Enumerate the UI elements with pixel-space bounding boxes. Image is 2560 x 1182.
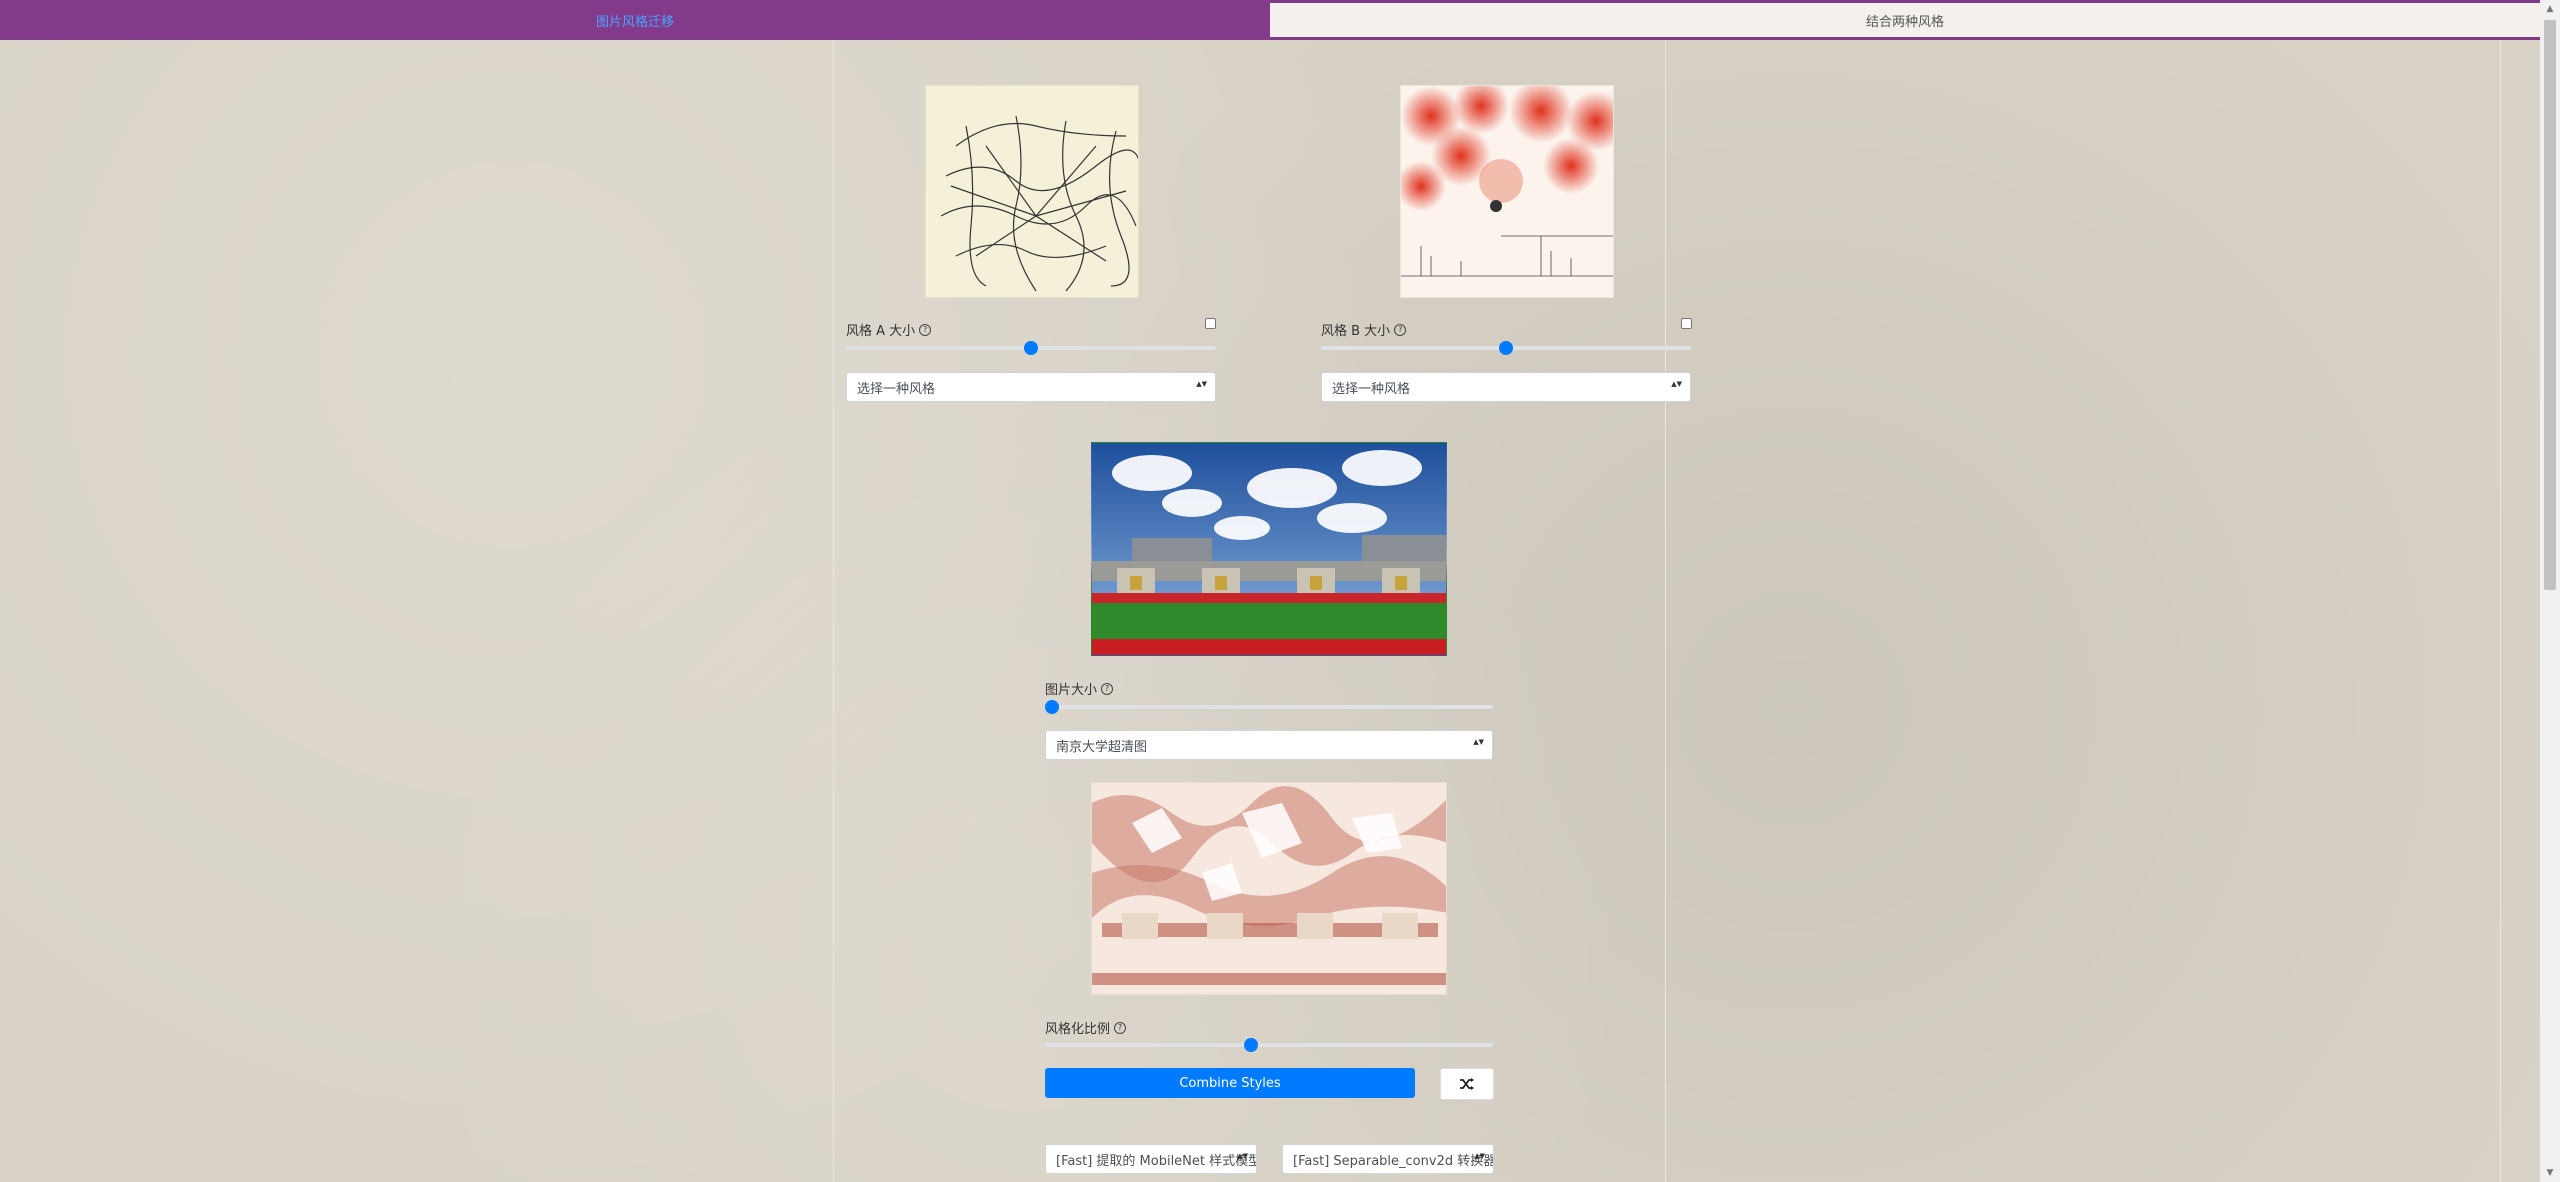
transformer-model-value: [Fast] Separable_conv2d 转换器 <box>1293 1153 1494 1169</box>
shuffle-button[interactable] <box>1440 1068 1494 1100</box>
slider-thumb[interactable] <box>1244 1038 1259 1052</box>
style-b-select-value: 选择一种风格 <box>1332 381 1411 397</box>
watercolor-artwork <box>1401 86 1613 297</box>
content-size-slider[interactable] <box>1045 700 1493 714</box>
select-caret-icon: ▲▼ <box>1237 1152 1248 1160</box>
style-a-size-slider[interactable] <box>846 341 1216 355</box>
style-a-checkbox[interactable] <box>1205 318 1216 329</box>
stylized-output-image <box>1091 782 1447 995</box>
stylize-ratio-text: 风格化比例 <box>1045 1022 1111 1037</box>
style-model-select[interactable]: [Fast] 提取的 MobileNet 样式模型 ▲▼ <box>1045 1144 1257 1174</box>
slider-thumb[interactable] <box>1499 341 1513 355</box>
stylize-ratio-label: 风格化比例 ? <box>1045 1018 1127 1037</box>
scrollbar-thumb[interactable] <box>2544 20 2556 590</box>
tab-bar: 图片风格迁移 结合两种风格 <box>0 0 2540 40</box>
content-image[interactable] <box>1091 442 1447 656</box>
stylized-artwork <box>1092 783 1446 994</box>
sketch-artwork <box>940 115 1138 292</box>
shuffle-icon <box>1460 1078 1474 1090</box>
scroll-up-icon[interactable]: ▲ <box>2540 0 2560 18</box>
help-icon[interactable]: ? <box>1114 1021 1127 1034</box>
combine-styles-button[interactable]: Combine Styles <box>1045 1068 1415 1098</box>
scroll-down-icon[interactable]: ▼ <box>2540 1164 2560 1182</box>
style-model-value: [Fast] 提取的 MobileNet 样式模型 <box>1056 1153 1257 1169</box>
content-size-label: 图片大小 ? <box>1045 679 1114 698</box>
content-select-value: 南京大学超清图 <box>1056 739 1148 755</box>
slider-thumb[interactable] <box>1045 700 1059 714</box>
vertical-scrollbar[interactable]: ▲ ▼ <box>2540 0 2560 1182</box>
campus-photo <box>1092 443 1446 655</box>
style-b-size-slider[interactable] <box>1321 341 1691 355</box>
content-size-text: 图片大小 <box>1045 683 1098 698</box>
style-b-image[interactable] <box>1400 85 1614 298</box>
help-icon[interactable]: ? <box>919 323 932 336</box>
select-caret-icon: ▲▼ <box>1473 738 1484 746</box>
stylize-ratio-slider[interactable] <box>1045 1038 1493 1052</box>
help-icon[interactable]: ? <box>1394 323 1407 336</box>
divider <box>2500 40 2501 1182</box>
style-b-size-label: 风格 B 大小 ? <box>1321 320 1407 339</box>
transformer-model-select[interactable]: [Fast] Separable_conv2d 转换器 ▲▼ <box>1282 1144 1494 1174</box>
tab-combine-styles[interactable]: 结合两种风格 <box>1270 0 2540 40</box>
select-caret-icon: ▲▼ <box>1474 1152 1485 1160</box>
slider-thumb[interactable] <box>1024 341 1038 355</box>
content-select[interactable]: 南京大学超清图 ▲▼ <box>1045 730 1493 760</box>
tab-style-transfer[interactable]: 图片风格迁移 <box>0 0 1270 40</box>
select-caret-icon: ▲▼ <box>1196 380 1207 388</box>
style-b-size-text: 风格 B 大小 <box>1321 324 1391 339</box>
help-icon[interactable]: ? <box>1101 682 1114 695</box>
style-a-size-text: 风格 A 大小 <box>846 324 916 339</box>
style-a-select[interactable]: 选择一种风格 ▲▼ <box>846 372 1216 402</box>
style-a-size-label: 风格 A 大小 ? <box>846 320 932 339</box>
style-a-image[interactable] <box>925 85 1139 298</box>
select-caret-icon: ▲▼ <box>1671 380 1682 388</box>
slider-track <box>1045 1043 1493 1047</box>
style-b-checkbox[interactable] <box>1681 318 1692 329</box>
style-b-select[interactable]: 选择一种风格 ▲▼ <box>1321 372 1691 402</box>
slider-track <box>1045 705 1493 709</box>
style-a-select-value: 选择一种风格 <box>857 381 936 397</box>
